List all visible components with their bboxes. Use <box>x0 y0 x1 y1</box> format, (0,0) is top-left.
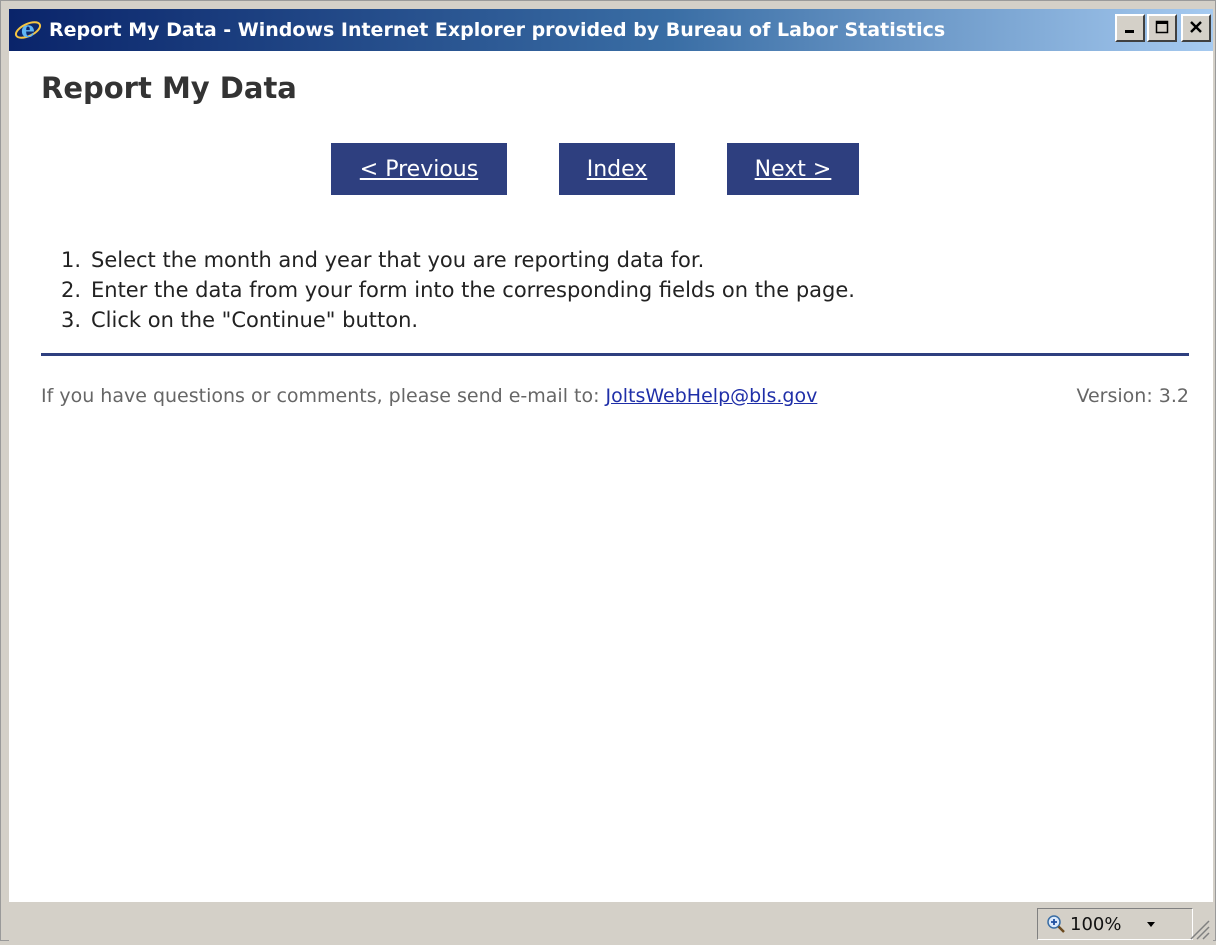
maximize-icon <box>1155 19 1169 38</box>
version-label: Version: 3.2 <box>1076 385 1189 407</box>
footer-contact: If you have questions or comments, pleas… <box>41 385 817 407</box>
window-title: Report My Data - Windows Internet Explor… <box>49 19 946 41</box>
step-number: 1. <box>60 248 81 272</box>
close-button[interactable] <box>1181 14 1211 42</box>
zoom-level: 100% <box>1070 913 1122 935</box>
maximize-button[interactable] <box>1147 14 1177 42</box>
page-content: Report My Data < Previous Index Next > 1… <box>9 51 1213 901</box>
title-bar[interactable]: e Report My Data - Windows Internet Expl… <box>9 9 1213 51</box>
status-bar: 100% <box>9 901 1213 943</box>
instructions-list: 1. Select the month and year that you ar… <box>51 245 855 335</box>
step-text: Select the month and year that you are r… <box>91 248 705 272</box>
list-item: 2. Enter the data from your form into th… <box>51 275 855 305</box>
index-button[interactable]: Index <box>559 143 675 195</box>
window-controls <box>1113 14 1211 42</box>
zoom-control[interactable]: 100% <box>1037 908 1193 940</box>
chevron-down-icon[interactable] <box>1145 919 1157 929</box>
email-link[interactable]: JoltsWebHelp@bls.gov <box>606 385 818 407</box>
browser-window: e Report My Data - Windows Internet Expl… <box>0 0 1216 943</box>
close-icon <box>1189 19 1203 38</box>
step-number: 2. <box>60 278 81 302</box>
step-text: Enter the data from your form into the c… <box>91 278 855 302</box>
ie-icon: e <box>13 15 43 45</box>
resize-grip-icon[interactable] <box>1185 915 1211 941</box>
step-number: 3. <box>60 308 81 332</box>
minimize-button[interactable] <box>1115 14 1145 42</box>
zoom-magnifier-icon <box>1046 914 1066 934</box>
svg-text:e: e <box>21 17 35 43</box>
next-button[interactable]: Next > <box>727 143 859 195</box>
previous-button[interactable]: < Previous <box>331 143 507 195</box>
step-text: Click on the "Continue" button. <box>91 308 419 332</box>
footer-contact-text: If you have questions or comments, pleas… <box>41 385 606 407</box>
minimize-icon <box>1123 19 1137 38</box>
page-title: Report My Data <box>41 71 297 105</box>
divider <box>41 353 1189 356</box>
list-item: 3. Click on the "Continue" button. <box>51 305 855 335</box>
list-item: 1. Select the month and year that you ar… <box>51 245 855 275</box>
